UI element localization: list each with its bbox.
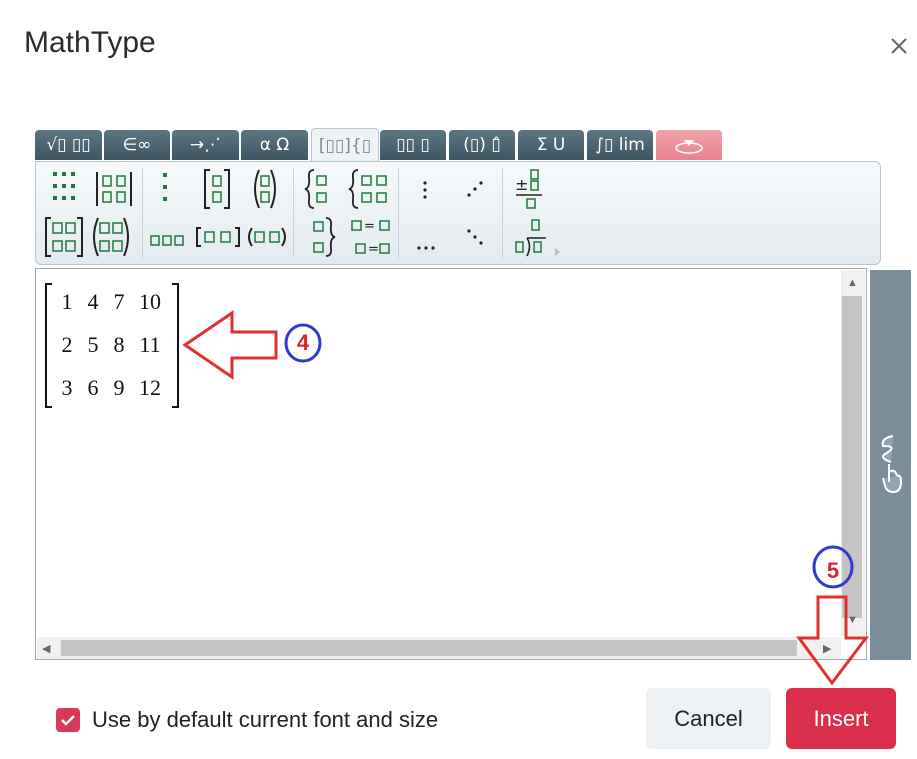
horizontal-dots-icon[interactable]	[416, 236, 436, 255]
equations-icon[interactable]: = =	[350, 218, 392, 262]
horizontal-scroll-thumb[interactable]	[61, 640, 797, 656]
annotation-label-4: 4	[296, 330, 310, 355]
vertical-dots-icon[interactable]	[421, 180, 429, 204]
paren-matrix-icon[interactable]	[250, 168, 280, 214]
matrix-cell: 7	[113, 289, 125, 314]
down-diagonal-dots-icon[interactable]	[466, 228, 484, 250]
svg-text:±: ±	[515, 175, 528, 194]
paren-2x2-icon[interactable]	[90, 216, 132, 262]
tab-big-operators[interactable]: Σ U	[518, 130, 584, 160]
close-icon[interactable]	[883, 30, 915, 62]
matrix-formula[interactable]: 1 4 7 10 2 5 8 11 3 6 9 12	[44, 283, 180, 409]
annotation-arrow-down	[796, 595, 870, 686]
paren-row-icon[interactable]	[246, 226, 288, 252]
matrix-cell: 12	[139, 375, 161, 400]
diagonal-dots-icon[interactable]	[466, 180, 484, 202]
cancel-button-label: Cancel	[674, 705, 743, 731]
cancel-button[interactable]: Cancel	[646, 688, 771, 749]
long-division-icon[interactable]	[514, 216, 548, 262]
subscript-superscript-icon: ▯▯ ▯	[396, 135, 430, 155]
checkmark-icon	[61, 715, 75, 726]
tab-greek[interactable]: α Ω	[241, 130, 308, 160]
tab-calculus[interactable]: ∫▯ lim	[587, 130, 653, 160]
plus-fraction-icon[interactable]: ±	[514, 168, 544, 214]
insert-button[interactable]: Insert	[786, 688, 896, 749]
arrow-dots-icon: →⋰	[189, 135, 222, 155]
alpha-omega-icon: α Ω	[259, 135, 290, 155]
tab-handwriting[interactable]	[656, 130, 722, 160]
radical-fraction-icon: √▯ ▯▯	[46, 135, 91, 155]
handwriting-panel-toggle[interactable]	[870, 270, 911, 660]
svg-text:=: =	[364, 219, 375, 234]
scroll-left-icon[interactable]: ◀	[42, 642, 50, 655]
annotation-arrow-left	[182, 310, 278, 380]
matrix-toolbar: ± = =	[35, 161, 881, 265]
matrix-cell: 8	[113, 332, 125, 357]
matrix-cell: 10	[139, 289, 161, 314]
svg-text:=: =	[368, 242, 379, 257]
matrix-brace-icon: [▯▯]{▯	[318, 136, 372, 156]
default-font-checkbox[interactable]	[56, 708, 80, 732]
hand-writing-icon	[881, 435, 903, 494]
matrix-cell: 11	[139, 332, 161, 357]
row-vector-icon[interactable]	[150, 232, 186, 251]
more-arrow-icon[interactable]	[554, 242, 562, 261]
scroll-up-icon[interactable]: ▲	[847, 277, 858, 289]
brace-left-icon[interactable]	[304, 168, 332, 214]
bracket-2x2-icon[interactable]	[44, 216, 84, 262]
column-vector-icon[interactable]	[160, 170, 170, 210]
bracket-row-icon[interactable]	[196, 226, 240, 252]
bracket-matrix-icon[interactable]	[202, 168, 232, 214]
tab-radicals[interactable]: √▯ ▯▯	[35, 130, 102, 160]
paren-hat-icon: (▯) ▯̂	[463, 135, 501, 155]
sigma-union-icon: Σ U	[536, 135, 566, 155]
handwriting-tab-icon	[675, 140, 703, 154]
determinant-icon[interactable]	[94, 170, 134, 212]
matrix-3x3-icon[interactable]	[52, 170, 78, 210]
dialog-title: MathType	[24, 26, 156, 59]
tab-arrows[interactable]: →⋰	[172, 130, 239, 160]
matrix-cell: 9	[113, 375, 125, 400]
tab-symbols[interactable]: ∈∞	[104, 130, 170, 160]
brace-matrix-icon[interactable]	[348, 168, 392, 214]
tab-matrices[interactable]: [▯▯]{▯	[311, 128, 379, 163]
tab-brackets[interactable]: (▯) ▯̂	[449, 130, 515, 160]
element-infinity-icon: ∈∞	[122, 135, 152, 155]
annotation-label-5: 5	[826, 558, 840, 583]
brace-right-icon[interactable]	[310, 216, 336, 262]
insert-button-label: Insert	[813, 705, 869, 731]
tab-scripts[interactable]: ▯▯ ▯	[380, 130, 446, 160]
integral-limit-icon: ∫▯ lim	[595, 135, 645, 155]
default-font-label: Use by default current font and size	[92, 707, 439, 732]
